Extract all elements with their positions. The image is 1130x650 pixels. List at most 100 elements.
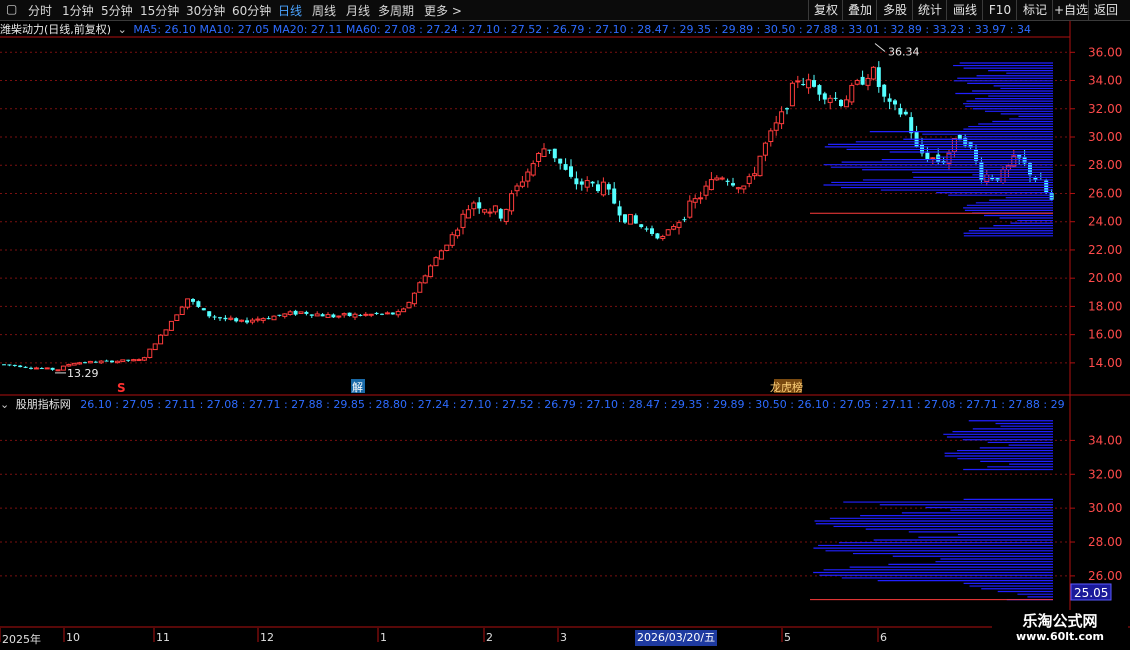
candle xyxy=(239,319,245,323)
candle xyxy=(731,177,735,187)
candle xyxy=(660,234,666,241)
candle-body xyxy=(785,108,789,110)
candle-body xyxy=(83,362,87,364)
candle xyxy=(363,311,369,317)
candle xyxy=(158,334,164,345)
candle-body xyxy=(596,184,600,192)
candle xyxy=(282,313,288,319)
candle-body xyxy=(422,275,428,284)
candle-body xyxy=(671,226,677,230)
candle-body xyxy=(304,311,309,314)
candle xyxy=(833,92,838,102)
candle-body xyxy=(2,364,6,366)
candle xyxy=(331,313,336,319)
candle-body xyxy=(773,122,779,131)
candle xyxy=(384,311,390,315)
time-axis-label: 6 xyxy=(880,631,887,644)
candle xyxy=(465,205,471,219)
candle xyxy=(411,292,417,307)
price-tick-label: 14.00 xyxy=(1088,356,1122,370)
candles-group xyxy=(2,61,1054,372)
candle-body xyxy=(487,211,493,214)
candle-body xyxy=(660,235,666,239)
candle xyxy=(574,171,579,190)
watermark-title: 乐淘公式网 xyxy=(1022,612,1098,630)
candle-body xyxy=(104,360,109,362)
candle xyxy=(223,315,228,322)
candle xyxy=(406,301,412,309)
kline-chart[interactable]: 36.00 34.00 32.00 30.00 28.00 26.00 24.00 22.00… xyxy=(0,0,1130,650)
candle-body xyxy=(827,97,833,103)
candle xyxy=(569,159,573,179)
candle-body xyxy=(623,214,627,223)
candle xyxy=(120,359,126,363)
candle xyxy=(185,298,191,310)
time-axis-label: 3 xyxy=(560,631,567,644)
candle-body xyxy=(843,99,849,108)
candle xyxy=(492,205,498,215)
candle xyxy=(876,61,881,93)
candle-body xyxy=(293,310,298,315)
candle-body xyxy=(552,148,557,159)
current-price-label: 25.05 xyxy=(1074,586,1108,600)
candle xyxy=(422,274,428,284)
candle-body xyxy=(795,80,801,83)
candle xyxy=(7,364,12,367)
candle-body xyxy=(519,181,525,187)
candle-body xyxy=(147,348,153,358)
candle-body xyxy=(930,157,936,160)
candle xyxy=(812,74,816,88)
candle xyxy=(519,175,525,189)
candle-body xyxy=(271,315,277,321)
candle-body xyxy=(768,130,774,143)
candle xyxy=(234,317,239,323)
candle xyxy=(320,313,325,317)
candle xyxy=(708,172,714,191)
candle xyxy=(266,316,271,320)
candle xyxy=(287,310,293,316)
indicator-tick-label: 34.00 xyxy=(1088,433,1122,447)
candle-body xyxy=(163,329,169,336)
candle-body xyxy=(708,179,714,191)
candle xyxy=(909,112,914,139)
candle xyxy=(87,360,93,364)
candle xyxy=(304,310,309,316)
candle-body xyxy=(817,85,822,95)
candle xyxy=(687,195,693,219)
candle xyxy=(104,359,109,362)
candle-body xyxy=(633,215,638,224)
candle-body xyxy=(530,163,536,176)
candle-body xyxy=(465,209,471,219)
candle-body xyxy=(287,311,293,315)
candle xyxy=(719,176,725,181)
candle-body xyxy=(665,229,671,236)
price-tick-label: 22.00 xyxy=(1088,243,1122,257)
candle xyxy=(174,314,180,322)
indicator-tick-label: 30.00 xyxy=(1088,501,1122,515)
candle xyxy=(12,364,17,367)
candle-body xyxy=(735,187,741,190)
candle xyxy=(547,149,552,154)
candle xyxy=(471,200,477,216)
candle-body xyxy=(606,184,611,190)
candle-body xyxy=(266,318,271,320)
candle-body xyxy=(752,173,758,177)
candle-body xyxy=(120,359,126,363)
candle xyxy=(255,316,261,323)
candle xyxy=(596,180,600,193)
candle xyxy=(33,366,39,370)
volume-profile-main xyxy=(823,62,1053,237)
candle xyxy=(487,208,493,218)
candle xyxy=(1044,178,1049,195)
candle-body xyxy=(849,84,855,103)
candle-body xyxy=(50,367,55,370)
candle-body xyxy=(525,171,531,182)
candle xyxy=(395,309,401,318)
candle-body xyxy=(384,312,390,315)
candle-body xyxy=(547,149,552,151)
candle xyxy=(676,220,682,235)
candle-body xyxy=(136,359,142,362)
candle-body xyxy=(854,80,860,85)
candle-body xyxy=(509,193,515,212)
candle xyxy=(309,314,314,318)
